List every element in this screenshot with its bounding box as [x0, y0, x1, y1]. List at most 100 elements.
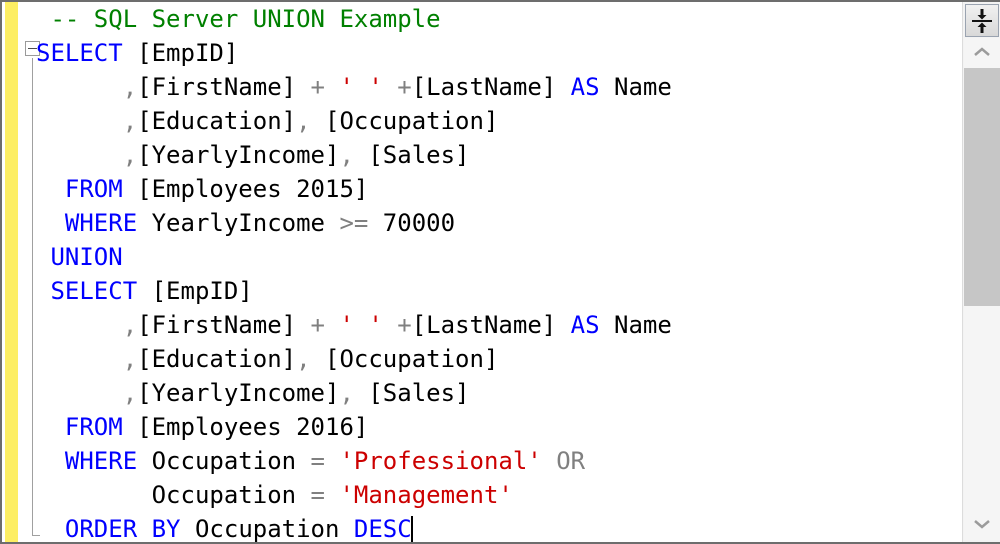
code-token: ,	[122, 107, 138, 135]
code-line[interactable]: ORDER BY Occupation DESC	[36, 512, 960, 542]
vertical-scrollbar[interactable]	[962, 2, 1000, 542]
code-token: [EmpID]	[137, 277, 253, 305]
outline-region-guide	[32, 58, 33, 536]
code-token: ,	[122, 379, 138, 407]
code-token: [LastName]	[411, 73, 571, 101]
code-token: +	[397, 311, 412, 339]
code-token: ,	[339, 379, 354, 407]
unsaved-changes-indicator	[5, 2, 18, 542]
code-line[interactable]: ,[YearlyIncome], [Sales]	[36, 376, 960, 410]
code-token: ,	[122, 73, 138, 101]
code-token: ,	[296, 107, 311, 135]
code-token: AS	[570, 73, 600, 101]
split-editor-icon	[972, 9, 992, 33]
code-line[interactable]: Occupation = 'Management'	[36, 478, 960, 512]
code-line[interactable]: FROM [Employees 2015]	[36, 172, 960, 206]
code-token: >=	[339, 209, 369, 237]
code-line[interactable]: WHERE Occupation = 'Professional' OR	[36, 444, 960, 478]
code-line[interactable]: ,[YearlyIncome], [Sales]	[36, 138, 960, 172]
code-token: 70000	[368, 209, 456, 237]
code-token: +	[310, 73, 325, 101]
code-token: [YearlyIncome]	[137, 141, 340, 169]
code-token: BY	[151, 515, 181, 542]
code-token: ,	[122, 141, 138, 169]
chevron-down-icon	[974, 520, 990, 529]
sql-editor-window: -- SQL Server UNION Example SELECT [EmpID…	[0, 0, 1000, 544]
code-token: Occupation	[137, 447, 311, 475]
code-line[interactable]: ,[FirstName] + ' ' +[LastName] AS Name	[36, 70, 960, 104]
code-token: ORDER	[64, 515, 138, 542]
code-token: =	[310, 447, 325, 475]
scrollbar-thumb[interactable]	[964, 68, 1000, 306]
code-token: +	[397, 73, 412, 101]
scroll-up-button[interactable]	[964, 38, 1000, 68]
code-token: Occupation	[180, 515, 354, 542]
code-line[interactable]: SELECT [EmpID]	[36, 274, 960, 308]
code-token: [LastName]	[411, 311, 571, 339]
code-token: FROM	[64, 175, 123, 203]
code-token: [YearlyIncome]	[137, 379, 340, 407]
code-token: WHERE	[64, 447, 138, 475]
editor-gutter	[2, 2, 40, 542]
code-token: 'Professional'	[339, 447, 542, 475]
split-editor-button[interactable]	[965, 4, 999, 37]
code-line[interactable]: -- SQL Server UNION Example	[36, 2, 960, 36]
chevron-up-icon	[974, 47, 990, 56]
code-token: Occupation	[36, 481, 311, 509]
code-token: ' '	[339, 73, 383, 101]
code-line[interactable]: UNION	[36, 240, 960, 274]
code-token: -- SQL Server UNION Example	[50, 5, 441, 33]
scrollbar-track[interactable]	[964, 68, 1000, 510]
code-token: AS	[570, 311, 600, 339]
code-token: ,	[122, 345, 138, 373]
code-token: ,	[296, 345, 311, 373]
code-line[interactable]: FROM [Employees 2016]	[36, 410, 960, 444]
code-token: FROM	[64, 413, 123, 441]
text-cursor	[410, 516, 413, 542]
code-token: [Sales]	[353, 141, 470, 169]
code-token: [Employees 2015]	[122, 175, 369, 203]
code-token: [Sales]	[353, 379, 470, 407]
code-token: DESC	[353, 515, 412, 542]
code-token: SELECT	[50, 277, 138, 305]
code-token: [Occupation]	[310, 345, 499, 373]
code-token: +	[310, 311, 325, 339]
code-token: =	[310, 481, 325, 509]
code-token: [Occupation]	[310, 107, 499, 135]
code-token: Name	[599, 311, 672, 339]
code-token: 'Management'	[339, 481, 513, 509]
scroll-down-button[interactable]	[964, 510, 1000, 540]
code-line[interactable]: ,[Education], [Occupation]	[36, 342, 960, 376]
code-token: WHERE	[64, 209, 138, 237]
code-token: ' '	[339, 311, 383, 339]
code-line[interactable]: WHERE YearlyIncome >= 70000	[36, 206, 960, 240]
code-line[interactable]: ,[FirstName] + ' ' +[LastName] AS Name	[36, 308, 960, 342]
code-token: YearlyIncome	[137, 209, 340, 237]
code-token: [FirstName]	[137, 73, 311, 101]
code-line[interactable]: SELECT [EmpID]	[36, 36, 960, 70]
code-text-area[interactable]: -- SQL Server UNION Example SELECT [EmpID…	[36, 2, 960, 542]
code-line[interactable]: ,[Education], [Occupation]	[36, 104, 960, 138]
code-token: SELECT	[36, 39, 123, 67]
